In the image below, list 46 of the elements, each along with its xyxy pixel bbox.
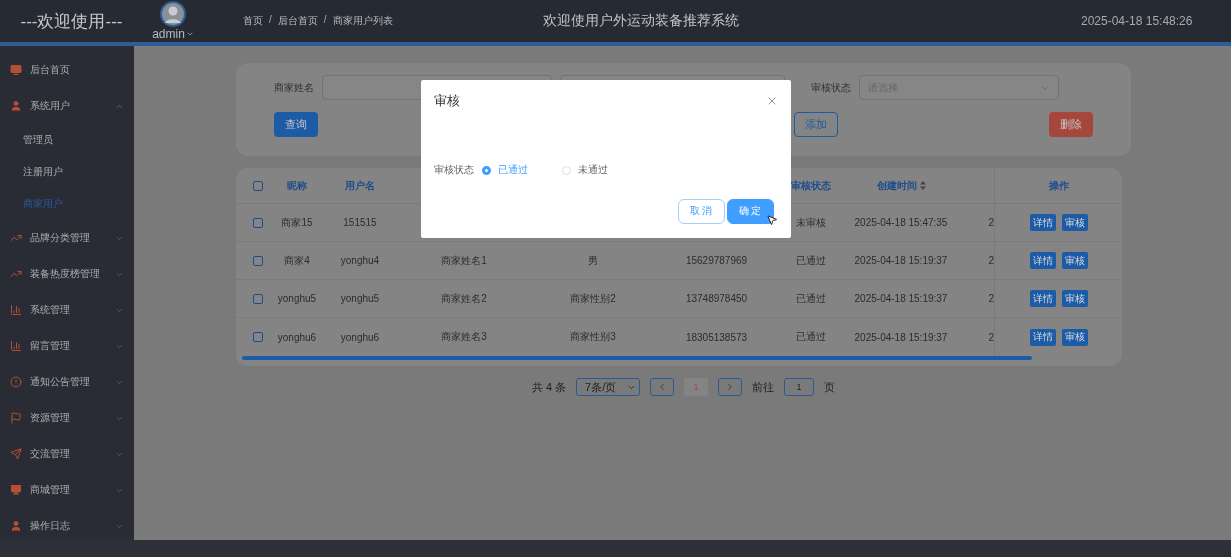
table-cell-text: 商家姓名2 xyxy=(440,291,488,306)
table-cell-text: 2 xyxy=(987,254,994,268)
table-cell-text: 商家性别2 xyxy=(569,291,617,306)
table-cell-text: 15629787969 xyxy=(684,254,749,268)
table-cell-text: 已通过 xyxy=(795,253,827,268)
breadcrumb-separator: / xyxy=(269,14,272,27)
table-cell-text: 男 xyxy=(587,253,599,268)
table-cell-text: 2 xyxy=(987,216,994,230)
table-cell-text: 商家性别3 xyxy=(569,330,617,344)
table-cell-text: 2025-04-18 15:19:37 xyxy=(853,292,949,306)
table-cell-text: 2025-04-18 15:19:37 xyxy=(853,330,949,345)
table-cell-text: 已通过 xyxy=(795,291,827,306)
page-title: 欢迎使用户外运动装备推荐系统 xyxy=(543,12,740,30)
dialog-title: 审核 xyxy=(434,92,460,110)
column-header: 创建时间 xyxy=(841,168,961,203)
breadcrumb-separator: / xyxy=(323,14,327,27)
table-cell-text: yonghu6 xyxy=(339,330,381,345)
table-cell-text: 2025-04-18 15:47:35 xyxy=(853,216,949,230)
table-cell-text: yonghu6 xyxy=(276,330,318,345)
table-cell-text: 未审核 xyxy=(795,215,827,230)
table-cell-text: 151515 xyxy=(342,216,378,230)
table-cell-text: yonghu5 xyxy=(339,292,381,306)
field-label: 审核状态 xyxy=(811,80,851,95)
total-count: 共 4 条 xyxy=(531,379,567,395)
table-cell-text: yonghu4 xyxy=(339,254,381,268)
table-cell-text: 已通过 xyxy=(795,330,827,344)
goto-label: 前往 xyxy=(752,379,775,395)
column-header: 操作 xyxy=(994,168,1122,203)
table-cell-text: 商家15 xyxy=(280,215,314,230)
table-cell-text: 2 xyxy=(987,330,994,345)
field-label: 审核状态 xyxy=(434,163,474,177)
brand-title: ---欢迎使用--- xyxy=(19,10,124,33)
datetime: 2025-04-18 15:48:26 xyxy=(1081,14,1194,28)
column-header: 审核状态 xyxy=(790,178,832,193)
table-cell-text: yonghu5 xyxy=(276,292,318,306)
table-cell-text: 商家姓名3 xyxy=(440,330,488,344)
column-header: 昵称 xyxy=(286,178,308,193)
field-label: 商家姓名 xyxy=(274,80,314,95)
table-cell-text: 2 xyxy=(987,292,994,306)
table-cell-text: 商家4 xyxy=(283,253,311,268)
table-cell-text: 2025-04-18 15:19:37 xyxy=(853,254,949,268)
table-cell-text: 商家姓名1 xyxy=(440,253,488,268)
table-cell-text: 18305138573 xyxy=(684,330,749,345)
column-header: 用户名 xyxy=(344,178,376,193)
table-cell-text: 13748978450 xyxy=(684,292,749,306)
goto-suffix: 页 xyxy=(824,379,836,395)
